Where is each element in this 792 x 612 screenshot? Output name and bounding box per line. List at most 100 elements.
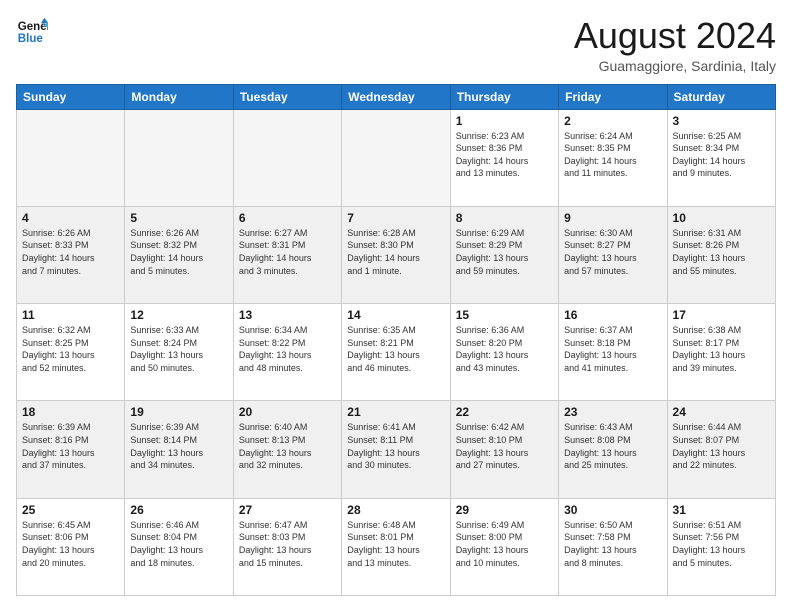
day-info: Sunrise: 6:51 AM Sunset: 7:56 PM Dayligh… [673,519,770,569]
day-number: 16 [564,308,661,322]
location: Guamaggiore, Sardinia, Italy [574,58,776,74]
calendar-day-cell: 19 Sunrise: 6:39 AM Sunset: 8:14 PM Dayli… [125,401,233,498]
weekday-header: Friday [559,84,667,109]
day-number: 26 [130,503,227,517]
day-number: 8 [456,211,553,225]
day-number: 13 [239,308,336,322]
weekday-header: Monday [125,84,233,109]
day-number: 27 [239,503,336,517]
logo-icon: General Blue [16,16,48,48]
day-info: Sunrise: 6:31 AM Sunset: 8:26 PM Dayligh… [673,227,770,277]
weekday-header: Tuesday [233,84,341,109]
calendar-day-cell [342,109,450,206]
day-number: 22 [456,405,553,419]
weekday-header: Wednesday [342,84,450,109]
day-info: Sunrise: 6:50 AM Sunset: 7:58 PM Dayligh… [564,519,661,569]
day-info: Sunrise: 6:29 AM Sunset: 8:29 PM Dayligh… [456,227,553,277]
calendar-day-cell: 31 Sunrise: 6:51 AM Sunset: 7:56 PM Dayli… [667,498,775,595]
calendar-day-cell: 22 Sunrise: 6:42 AM Sunset: 8:10 PM Dayli… [450,401,558,498]
day-info: Sunrise: 6:26 AM Sunset: 8:32 PM Dayligh… [130,227,227,277]
day-info: Sunrise: 6:32 AM Sunset: 8:25 PM Dayligh… [22,324,119,374]
day-number: 24 [673,405,770,419]
calendar-day-cell: 1 Sunrise: 6:23 AM Sunset: 8:36 PM Daylig… [450,109,558,206]
calendar-day-cell: 24 Sunrise: 6:44 AM Sunset: 8:07 PM Dayli… [667,401,775,498]
calendar-day-cell: 4Sunrise: 6:26 AM Sunset: 8:33 PM Daylig… [17,206,125,303]
calendar-day-cell: 2Sunrise: 6:24 AM Sunset: 8:35 PM Daylig… [559,109,667,206]
calendar-table: SundayMondayTuesdayWednesdayThursdayFrid… [16,84,776,596]
calendar-week-row: 25 Sunrise: 6:45 AM Sunset: 8:06 PM Dayli… [17,498,776,595]
calendar-day-cell: 18 Sunrise: 6:39 AM Sunset: 8:16 PM Dayli… [17,401,125,498]
day-info: Sunrise: 6:27 AM Sunset: 8:31 PM Dayligh… [239,227,336,277]
day-info: Sunrise: 6:45 AM Sunset: 8:06 PM Dayligh… [22,519,119,569]
day-number: 31 [673,503,770,517]
calendar-day-cell: 11Sunrise: 6:32 AM Sunset: 8:25 PM Dayli… [17,304,125,401]
title-section: August 2024 Guamaggiore, Sardinia, Italy [574,16,776,74]
calendar-day-cell [125,109,233,206]
day-info: Sunrise: 6:37 AM Sunset: 8:18 PM Dayligh… [564,324,661,374]
calendar-day-cell: 27 Sunrise: 6:47 AM Sunset: 8:03 PM Dayli… [233,498,341,595]
weekday-header: Sunday [17,84,125,109]
calendar-day-cell: 23 Sunrise: 6:43 AM Sunset: 8:08 PM Dayli… [559,401,667,498]
page: General Blue August 2024 Guamaggiore, Sa… [0,0,792,612]
day-number: 25 [22,503,119,517]
day-number: 30 [564,503,661,517]
header: General Blue August 2024 Guamaggiore, Sa… [16,16,776,74]
day-number: 23 [564,405,661,419]
calendar-day-cell: 25 Sunrise: 6:45 AM Sunset: 8:06 PM Dayli… [17,498,125,595]
day-info: Sunrise: 6:46 AM Sunset: 8:04 PM Dayligh… [130,519,227,569]
calendar-day-cell: 3 Sunrise: 6:25 AM Sunset: 8:34 PM Daylig… [667,109,775,206]
day-number: 7 [347,211,444,225]
day-info: Sunrise: 6:25 AM Sunset: 8:34 PM Dayligh… [673,130,770,180]
day-number: 4 [22,211,119,225]
day-number: 20 [239,405,336,419]
day-info: Sunrise: 6:44 AM Sunset: 8:07 PM Dayligh… [673,421,770,471]
day-info: Sunrise: 6:39 AM Sunset: 8:16 PM Dayligh… [22,421,119,471]
day-number: 1 [456,114,553,128]
day-number: 18 [22,405,119,419]
calendar-day-cell: 28Sunrise: 6:48 AM Sunset: 8:01 PM Dayli… [342,498,450,595]
calendar-day-cell: 6Sunrise: 6:27 AM Sunset: 8:31 PM Daylig… [233,206,341,303]
calendar-day-cell: 15Sunrise: 6:36 AM Sunset: 8:20 PM Dayli… [450,304,558,401]
day-number: 12 [130,308,227,322]
month-title: August 2024 [574,16,776,56]
day-info: Sunrise: 6:34 AM Sunset: 8:22 PM Dayligh… [239,324,336,374]
calendar-day-cell: 26 Sunrise: 6:46 AM Sunset: 8:04 PM Dayli… [125,498,233,595]
day-number: 10 [673,211,770,225]
calendar-week-row: 11Sunrise: 6:32 AM Sunset: 8:25 PM Dayli… [17,304,776,401]
calendar-day-cell: 13 Sunrise: 6:34 AM Sunset: 8:22 PM Dayli… [233,304,341,401]
day-number: 3 [673,114,770,128]
day-info: Sunrise: 6:39 AM Sunset: 8:14 PM Dayligh… [130,421,227,471]
day-number: 14 [347,308,444,322]
day-info: Sunrise: 6:24 AM Sunset: 8:35 PM Dayligh… [564,130,661,180]
calendar-day-cell: 10 Sunrise: 6:31 AM Sunset: 8:26 PM Dayli… [667,206,775,303]
calendar-day-cell: 8 Sunrise: 6:29 AM Sunset: 8:29 PM Daylig… [450,206,558,303]
day-number: 15 [456,308,553,322]
day-number: 17 [673,308,770,322]
calendar-day-cell: 9Sunrise: 6:30 AM Sunset: 8:27 PM Daylig… [559,206,667,303]
day-info: Sunrise: 6:23 AM Sunset: 8:36 PM Dayligh… [456,130,553,180]
weekday-header: Thursday [450,84,558,109]
calendar-day-cell: 29Sunrise: 6:49 AM Sunset: 8:00 PM Dayli… [450,498,558,595]
calendar-day-cell: 7Sunrise: 6:28 AM Sunset: 8:30 PM Daylig… [342,206,450,303]
day-info: Sunrise: 6:40 AM Sunset: 8:13 PM Dayligh… [239,421,336,471]
calendar-day-cell: 14 Sunrise: 6:35 AM Sunset: 8:21 PM Dayli… [342,304,450,401]
day-info: Sunrise: 6:30 AM Sunset: 8:27 PM Dayligh… [564,227,661,277]
calendar-day-cell: 20 Sunrise: 6:40 AM Sunset: 8:13 PM Dayli… [233,401,341,498]
calendar-day-cell: 21Sunrise: 6:41 AM Sunset: 8:11 PM Dayli… [342,401,450,498]
day-info: Sunrise: 6:43 AM Sunset: 8:08 PM Dayligh… [564,421,661,471]
day-info: Sunrise: 6:49 AM Sunset: 8:00 PM Dayligh… [456,519,553,569]
day-number: 19 [130,405,227,419]
day-number: 5 [130,211,227,225]
day-info: Sunrise: 6:47 AM Sunset: 8:03 PM Dayligh… [239,519,336,569]
day-info: Sunrise: 6:35 AM Sunset: 8:21 PM Dayligh… [347,324,444,374]
logo: General Blue [16,16,48,48]
day-info: Sunrise: 6:48 AM Sunset: 8:01 PM Dayligh… [347,519,444,569]
calendar-day-cell: 17 Sunrise: 6:38 AM Sunset: 8:17 PM Dayli… [667,304,775,401]
day-info: Sunrise: 6:38 AM Sunset: 8:17 PM Dayligh… [673,324,770,374]
calendar-week-row: 1 Sunrise: 6:23 AM Sunset: 8:36 PM Daylig… [17,109,776,206]
day-info: Sunrise: 6:42 AM Sunset: 8:10 PM Dayligh… [456,421,553,471]
calendar-day-cell: 5 Sunrise: 6:26 AM Sunset: 8:32 PM Daylig… [125,206,233,303]
calendar-day-cell: 30 Sunrise: 6:50 AM Sunset: 7:58 PM Dayli… [559,498,667,595]
svg-text:Blue: Blue [18,33,44,45]
weekday-header: Saturday [667,84,775,109]
